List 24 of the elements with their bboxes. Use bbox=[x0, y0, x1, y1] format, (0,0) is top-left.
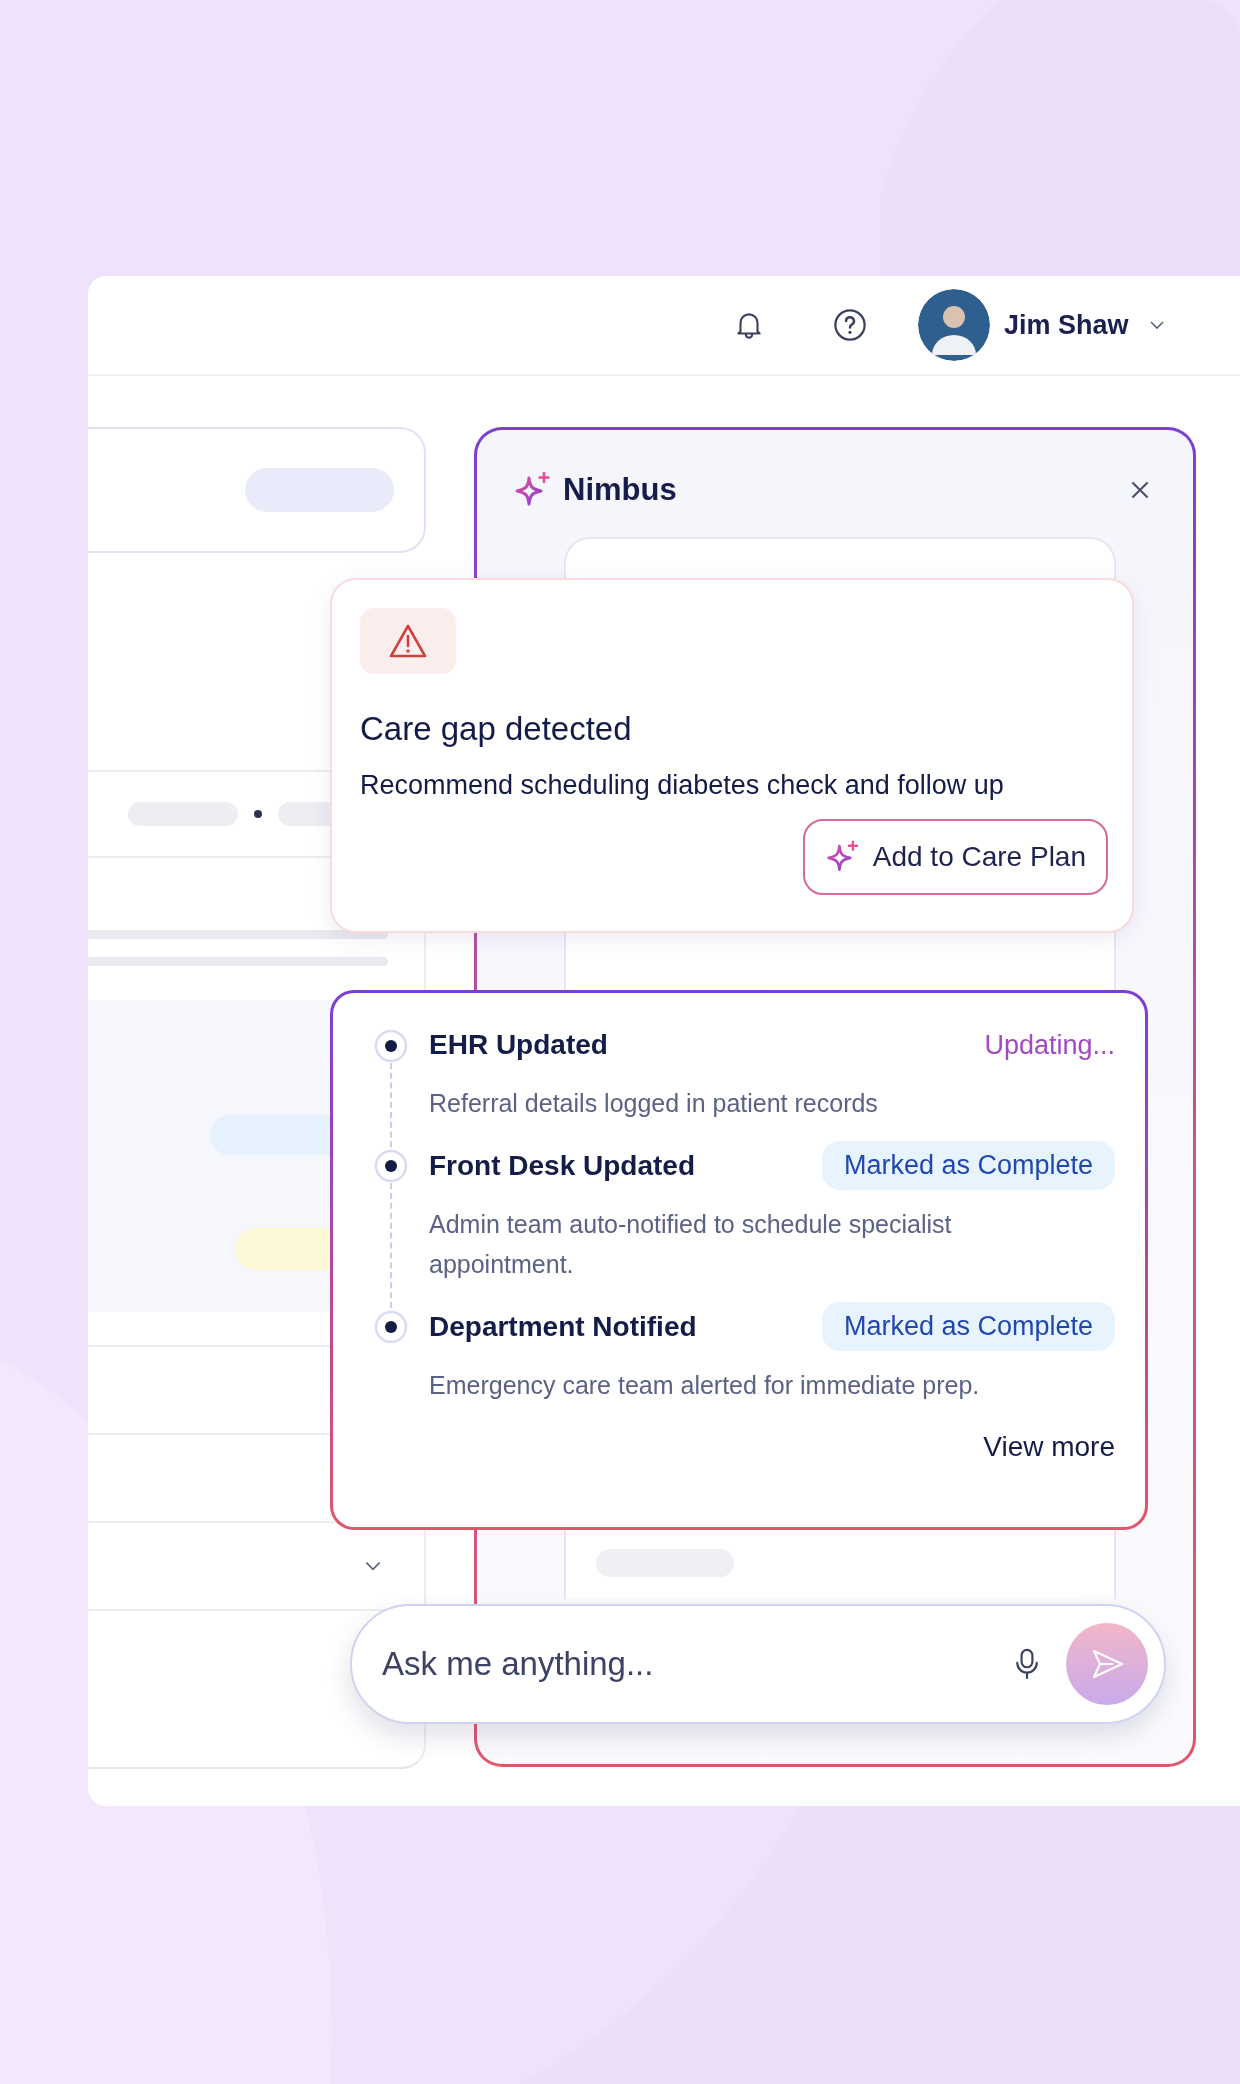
separator-dot bbox=[254, 810, 262, 818]
step-title: EHR Updated bbox=[429, 1029, 608, 1061]
status-label: Marked as Complete bbox=[821, 1141, 1115, 1190]
alert-message: Recommend scheduling diabetes check and follow up bbox=[360, 770, 1005, 801]
message-input-field[interactable]: Ask me anything... bbox=[380, 1644, 988, 1684]
add-to-care-plan-button[interactable]: Add to Care Plan bbox=[802, 819, 1108, 895]
step-description: Admin team auto-notified to schedule specialist appointment. bbox=[429, 1209, 953, 1280]
avatar-icon[interactable] bbox=[918, 289, 990, 361]
assistant-title: Nimbus bbox=[563, 472, 677, 508]
alert-title: Care gap detected bbox=[360, 710, 633, 748]
timeline-dot-icon bbox=[374, 1149, 408, 1183]
step-description: Emergency care team alerted for immediate prep. bbox=[429, 1370, 981, 1401]
timeline-dot-icon bbox=[374, 1029, 408, 1063]
step-description: Referral details logged in patient records bbox=[429, 1088, 879, 1119]
status-label: Marked as Complete bbox=[821, 1302, 1115, 1351]
timeline-dot-icon bbox=[374, 1310, 408, 1344]
help-icon[interactable] bbox=[832, 307, 868, 343]
view-more-link[interactable]: View more bbox=[983, 1431, 1115, 1463]
microphone-icon[interactable] bbox=[1014, 1646, 1040, 1682]
warning-icon bbox=[388, 623, 428, 659]
step-title: Front Desk Updated bbox=[429, 1149, 696, 1182]
step-title: Department Notified bbox=[429, 1310, 697, 1343]
status-label: Updating... bbox=[984, 1029, 1115, 1061]
user-name[interactable]: Jim Shaw bbox=[1004, 309, 1129, 341]
